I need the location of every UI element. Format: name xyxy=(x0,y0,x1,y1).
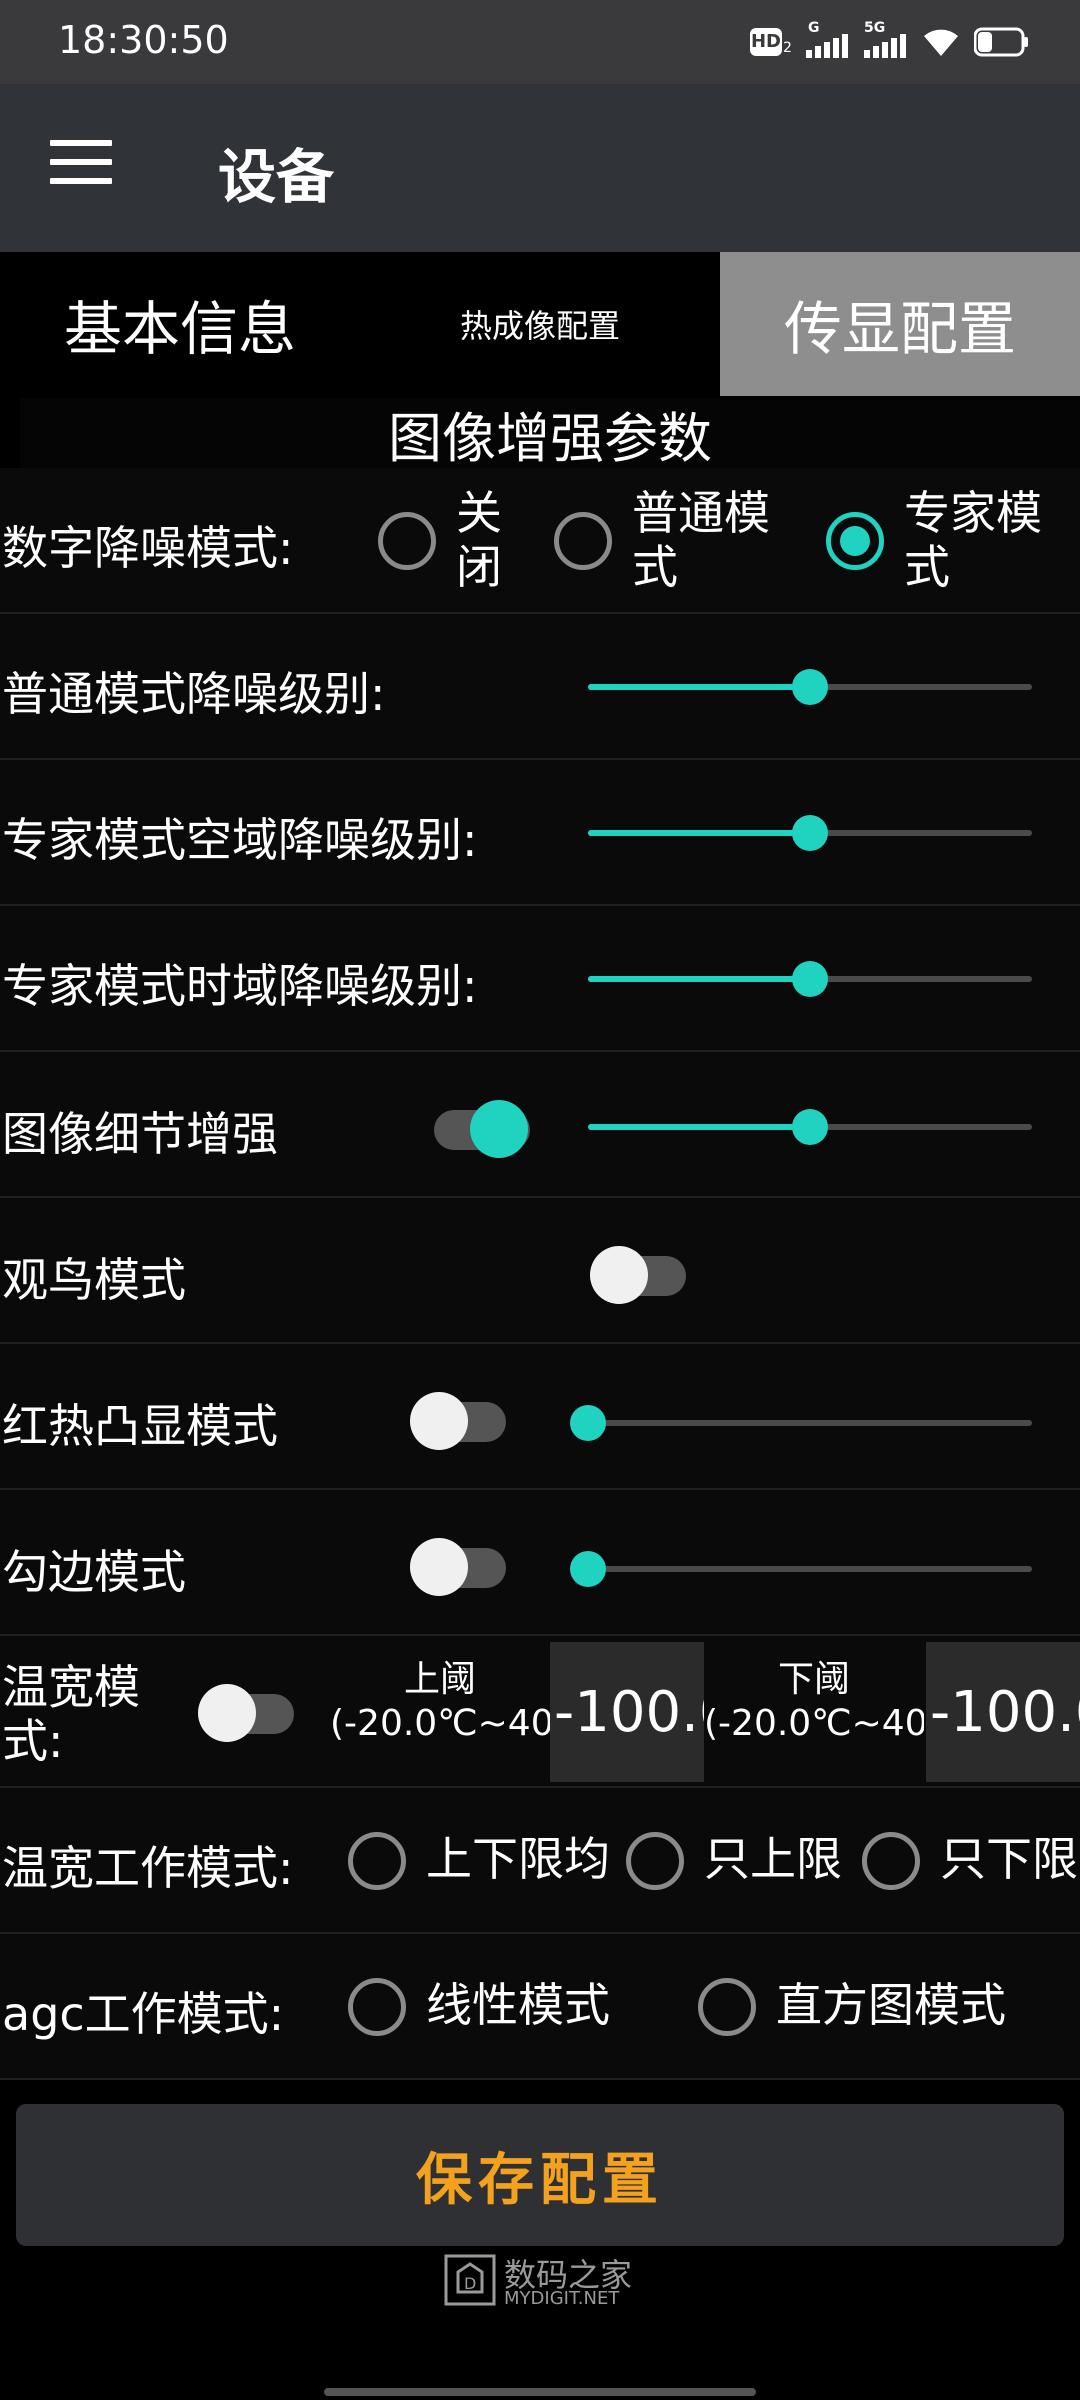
normal-denoise-label: 普通模式降噪级别: xyxy=(2,667,386,721)
detail-enhance-slider[interactable] xyxy=(588,1109,1032,1145)
tab-basic-info[interactable]: 基本信息 xyxy=(0,252,360,396)
slider-thumb[interactable] xyxy=(570,1405,606,1441)
denoise-mode-row: 数字降噪模式: 关闭 普通模式 专家模式 xyxy=(0,468,1080,614)
watermark: D 数码之家 MYDIGIT.NET xyxy=(444,2250,654,2310)
temp-width-switch[interactable] xyxy=(198,1684,294,1742)
radio-linear[interactable] xyxy=(348,1978,406,2036)
denoise-mode-label: 数字降噪模式: xyxy=(2,521,294,575)
radio-off[interactable] xyxy=(378,512,436,570)
detail-enhance-switch[interactable] xyxy=(434,1100,530,1158)
status-time: 18:30:50 xyxy=(58,18,229,62)
temp-width-row: 温宽模式: 上阈(-20.0℃~400.0℃): -100.0 下阈(-20.0… xyxy=(0,1636,1080,1788)
agc-mode-row: agc工作模式: 线性模式 直方图模式 xyxy=(0,1934,1080,2080)
save-config-button[interactable]: 保存配置 xyxy=(16,2104,1064,2246)
upper-threshold-label: 上阈(-20.0℃~400.0℃): xyxy=(330,1659,550,1744)
radio-expert-label: 专家模式 xyxy=(904,486,1042,594)
lower-threshold-label: 下阈(-20.0℃~400.0℃): xyxy=(704,1659,924,1744)
tab-thermal-config[interactable]: 热成像配置 xyxy=(360,252,720,396)
radio-lower-only-label: 只下限 xyxy=(940,1832,1078,1886)
slider-thumb[interactable] xyxy=(792,815,828,851)
expert-spatial-label: 专家模式空域降噪级别: xyxy=(2,813,478,867)
section-title: 图像增强参数 xyxy=(20,398,1080,470)
lower-threshold-input[interactable]: -100.0 xyxy=(926,1642,1080,1782)
svg-text:D: D xyxy=(464,2274,476,2293)
signal-5g-icon: 5G xyxy=(864,20,908,60)
red-hot-switch[interactable] xyxy=(410,1392,506,1450)
watermark-logo-icon: D xyxy=(444,2254,496,2306)
agc-mode-label: agc工作模式: xyxy=(2,1987,285,2041)
red-hot-label: 红热凸显模式 xyxy=(2,1399,278,1453)
edge-mode-switch[interactable] xyxy=(410,1538,506,1596)
normal-denoise-row: 普通模式降噪级别: xyxy=(0,614,1080,760)
radio-histogram[interactable] xyxy=(698,1978,756,2036)
edge-mode-row: 勾边模式 xyxy=(0,1490,1080,1636)
expert-temporal-row: 专家模式时域降噪级别: xyxy=(0,906,1080,1052)
status-icons: HD 2 G 5G xyxy=(750,20,1030,62)
expert-temporal-label: 专家模式时域降噪级别: xyxy=(2,959,478,1013)
radio-expert[interactable] xyxy=(826,512,884,570)
radio-lower-only[interactable] xyxy=(862,1832,920,1890)
tab-transmission-config[interactable]: 传显配置 xyxy=(720,252,1080,396)
expert-temporal-slider[interactable] xyxy=(588,961,1032,997)
expert-spatial-slider[interactable] xyxy=(588,815,1032,851)
radio-both-limits[interactable] xyxy=(348,1832,406,1890)
red-hot-slider[interactable] xyxy=(570,1405,1032,1441)
radio-upper-only-label: 只上限 xyxy=(704,1832,842,1886)
gesture-nav-bar[interactable] xyxy=(324,2388,756,2396)
radio-histogram-label: 直方图模式 xyxy=(776,1978,1006,2032)
hd-icon: HD 2 xyxy=(750,26,792,58)
temp-work-mode-label: 温宽工作模式: xyxy=(2,1841,294,1895)
temp-work-mode-row: 温宽工作模式: 上下限均 只上限 只下限 xyxy=(0,1788,1080,1934)
radio-normal[interactable] xyxy=(554,512,612,570)
status-bar: 18:30:50 HD 2 G 5G xyxy=(0,0,1080,84)
normal-denoise-slider[interactable] xyxy=(588,669,1032,705)
red-hot-row: 红热凸显模式 xyxy=(0,1344,1080,1490)
menu-icon[interactable] xyxy=(50,140,112,190)
slider-thumb[interactable] xyxy=(792,961,828,997)
radio-normal-label: 普通模式 xyxy=(632,486,770,594)
detail-enhance-label: 图像细节增强 xyxy=(2,1107,278,1161)
edge-mode-label: 勾边模式 xyxy=(2,1545,186,1599)
bird-mode-label: 观鸟模式 xyxy=(2,1253,186,1307)
app-bar: 设备 xyxy=(0,84,1080,252)
bird-mode-row: 观鸟模式 xyxy=(0,1198,1080,1344)
radio-both-limits-label: 上下限均 xyxy=(426,1832,610,1886)
temp-width-label: 温宽模式: xyxy=(2,1660,140,1768)
tab-bar: 基本信息 热成像配置 传显配置 xyxy=(0,252,1080,396)
radio-linear-label: 线性模式 xyxy=(426,1978,610,2032)
radio-off-label: 关闭 xyxy=(456,486,502,594)
edge-mode-slider[interactable] xyxy=(570,1551,1032,1587)
signal-icon: G xyxy=(806,20,850,60)
upper-threshold-input[interactable]: -100.0 xyxy=(550,1642,704,1782)
page-title: 设备 xyxy=(218,143,335,211)
expert-spatial-row: 专家模式空域降噪级别: xyxy=(0,760,1080,906)
wifi-icon xyxy=(924,29,958,56)
radio-upper-only[interactable] xyxy=(626,1832,684,1890)
slider-thumb[interactable] xyxy=(792,1109,828,1145)
slider-thumb[interactable] xyxy=(792,669,828,705)
watermark-site: MYDIGIT.NET xyxy=(504,2288,620,2309)
bird-mode-switch[interactable] xyxy=(590,1246,686,1304)
detail-enhance-row: 图像细节增强 xyxy=(0,1052,1080,1198)
battery-icon xyxy=(974,27,1028,57)
slider-thumb[interactable] xyxy=(570,1551,606,1587)
